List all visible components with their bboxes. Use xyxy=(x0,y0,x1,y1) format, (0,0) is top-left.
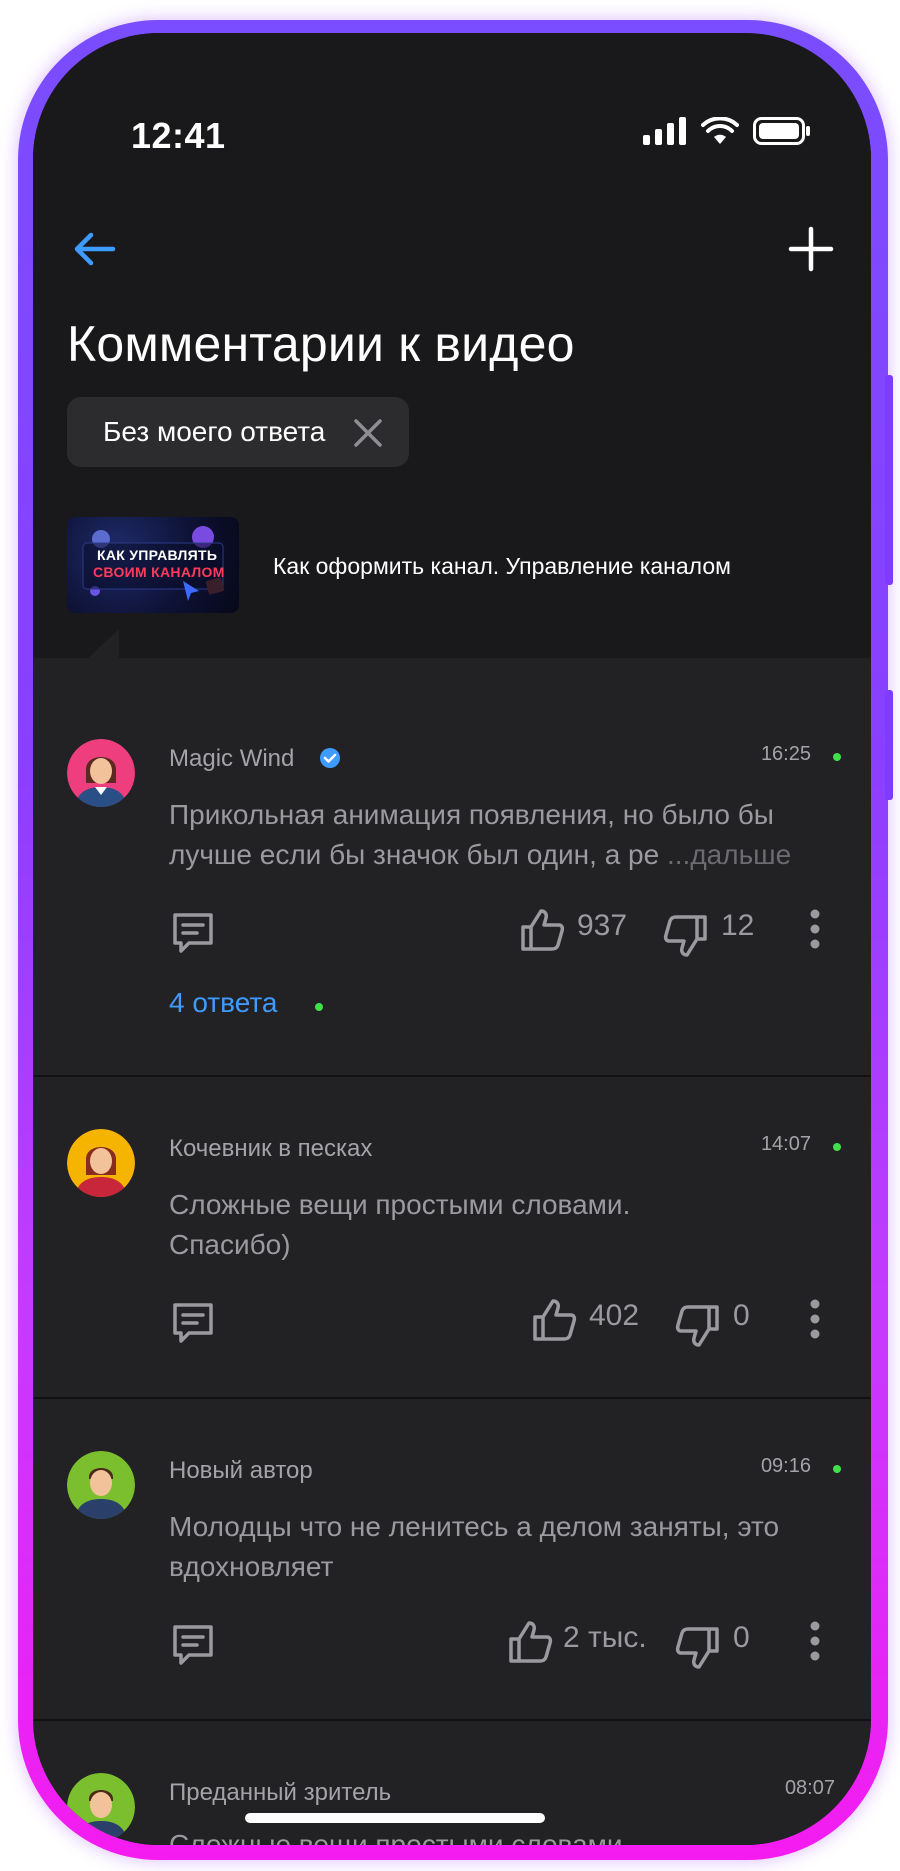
comment-author[interactable]: Кочевник в песках xyxy=(169,1135,372,1163)
online-indicator xyxy=(833,1143,841,1151)
divider xyxy=(33,1719,871,1721)
comment-text: Прикольная анимация появления, но было б… xyxy=(169,795,829,875)
back-button[interactable] xyxy=(71,229,127,269)
avatar-woman-icon xyxy=(67,739,135,807)
new-replies-indicator xyxy=(315,1003,323,1011)
comment-time: 08:07 xyxy=(784,1777,835,1799)
online-indicator xyxy=(833,1465,841,1473)
like-count: 402 xyxy=(589,1299,640,1332)
more-vertical-icon[interactable] xyxy=(809,1621,821,1661)
side-button-upper xyxy=(885,375,893,585)
thumb-down-icon[interactable] xyxy=(675,1625,721,1671)
video-pointer xyxy=(87,629,119,659)
thumb-up-icon[interactable] xyxy=(507,1619,553,1665)
comment-author[interactable]: Новый автор xyxy=(169,1457,313,1485)
reply-icon[interactable] xyxy=(169,1621,217,1669)
online-indicator xyxy=(833,753,841,761)
avatar-woman-icon xyxy=(67,1129,135,1197)
thumb-down-icon[interactable] xyxy=(675,1303,721,1349)
avatar[interactable] xyxy=(67,1773,135,1841)
thumbnail-text-line2: СВОИМ КАНАЛОМ xyxy=(93,564,225,580)
avatar[interactable] xyxy=(67,1129,135,1197)
avatar[interactable] xyxy=(67,1451,135,1519)
filter-chip-label: Без моего ответа xyxy=(103,416,326,447)
read-more-link[interactable]: ...дальше xyxy=(667,839,791,870)
reply-icon[interactable] xyxy=(169,909,217,957)
avatar-man-icon xyxy=(67,1451,135,1519)
divider xyxy=(33,1075,871,1077)
plus-icon xyxy=(788,226,834,272)
battery-icon xyxy=(753,117,810,145)
thumb-up-icon[interactable] xyxy=(531,1297,577,1343)
comment-time: 14:07 xyxy=(760,1133,811,1155)
verified-icon xyxy=(320,748,340,768)
close-icon[interactable] xyxy=(353,418,383,448)
avatar[interactable] xyxy=(67,739,135,807)
comment-text: Сложные вещи простыми словами. Спасибо) xyxy=(169,1189,631,1260)
back-arrow-icon xyxy=(74,232,116,266)
signal-icon xyxy=(643,117,686,145)
divider xyxy=(33,1397,871,1399)
video-thumbnail[interactable]: КАК УПРАВЛЯТЬ СВОИМ КАНАЛОМ xyxy=(67,517,239,613)
comment-text: Сложные вещи простыми словами. xyxy=(169,1829,631,1845)
comment-author[interactable]: Magic Wind xyxy=(169,745,294,773)
comment-text: Молодцы что не ленитесь а делом заняты, … xyxy=(169,1511,780,1582)
screen: 12:41 Комментарии к видео Без моего отве… xyxy=(33,33,871,1845)
side-button-lower xyxy=(885,690,893,800)
comment-time: 16:25 xyxy=(760,743,811,765)
more-vertical-icon[interactable] xyxy=(809,1299,821,1339)
add-button[interactable] xyxy=(787,225,835,273)
comment-time: 09:16 xyxy=(760,1455,811,1477)
dislike-count: 0 xyxy=(733,1299,750,1332)
thumb-down-icon[interactable] xyxy=(663,913,709,959)
avatar-man-icon xyxy=(67,1773,135,1841)
dislike-count: 0 xyxy=(733,1621,750,1654)
dislike-count: 12 xyxy=(721,909,755,942)
like-count: 937 xyxy=(577,909,628,942)
comment-author[interactable]: Преданный зритель xyxy=(169,1779,391,1807)
video-title[interactable]: Как оформить канал. Управление каналом xyxy=(273,553,731,580)
page-title: Комментарии к видео xyxy=(67,316,575,372)
status-icons xyxy=(643,117,811,145)
like-count: 2 тыс. xyxy=(563,1621,647,1654)
wifi-icon xyxy=(701,117,739,144)
thumbnail-text-line1: КАК УПРАВЛЯТЬ xyxy=(97,547,218,563)
thumb-up-icon[interactable] xyxy=(519,907,565,953)
filter-chip[interactable]: Без моего ответа xyxy=(67,397,409,467)
status-time: 12:41 xyxy=(131,115,226,156)
reply-icon[interactable] xyxy=(169,1299,217,1347)
replies-link[interactable]: 4 ответа xyxy=(169,987,277,1019)
home-indicator[interactable] xyxy=(245,1813,545,1823)
more-vertical-icon[interactable] xyxy=(809,909,821,949)
